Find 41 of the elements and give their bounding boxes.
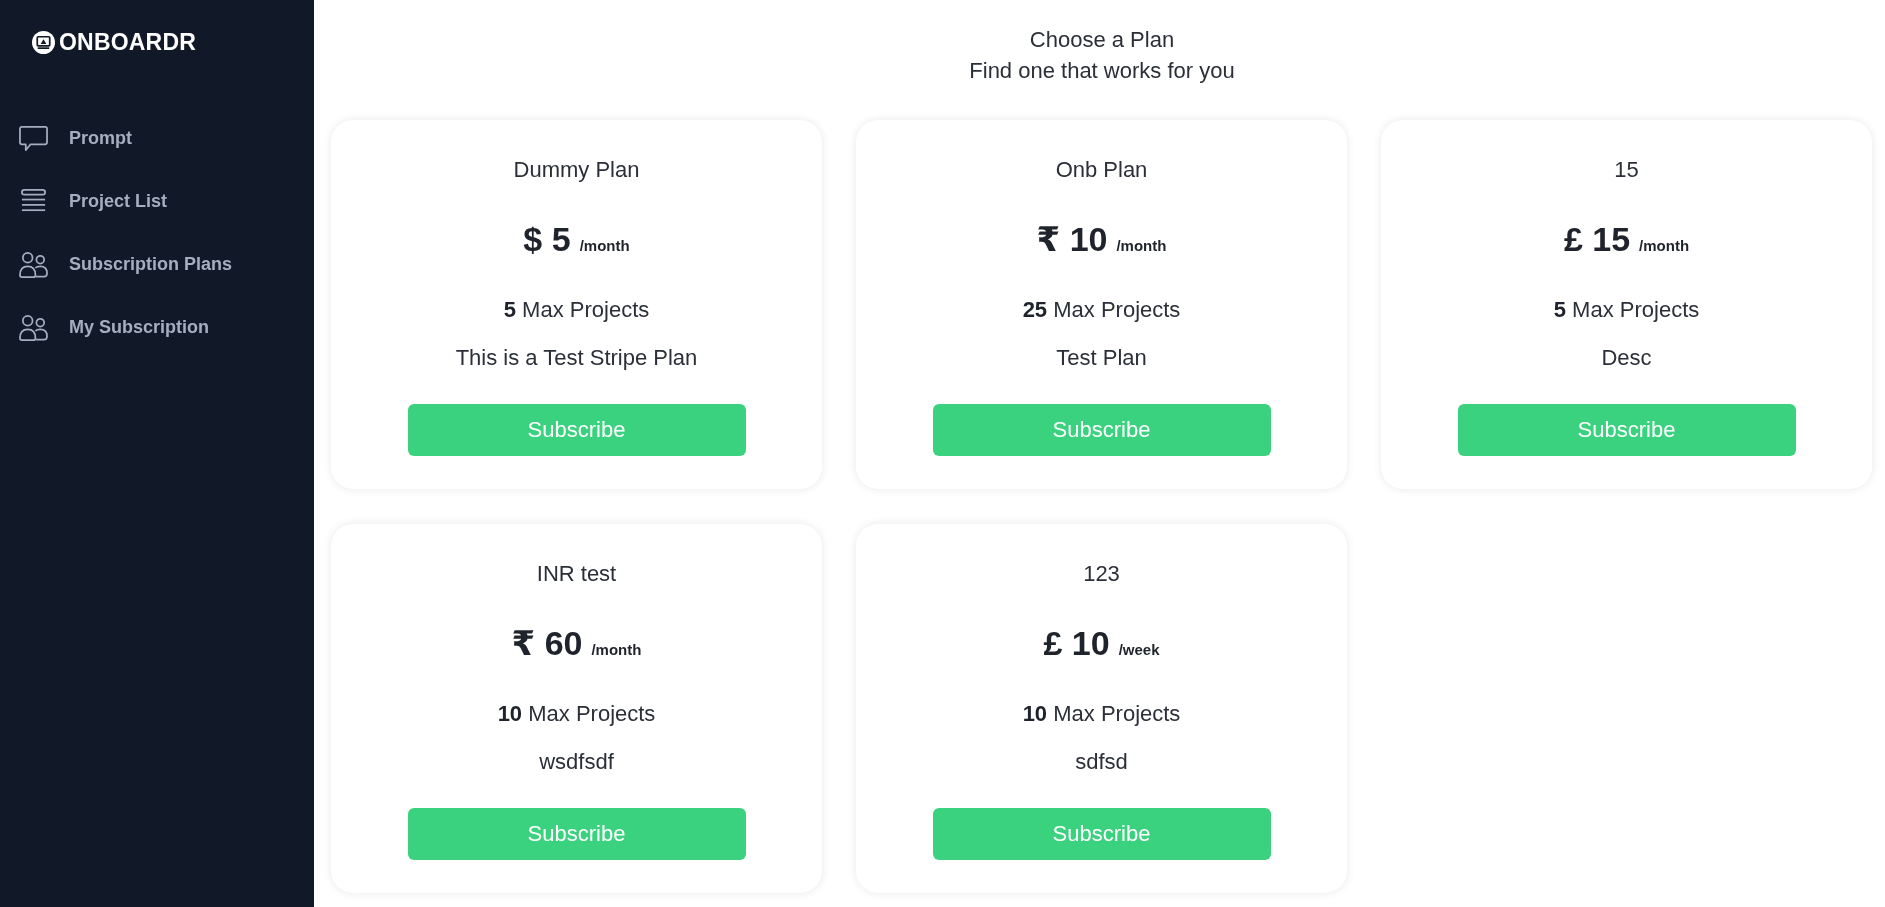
plan-name: 123 — [1083, 560, 1120, 588]
billing-period: /month — [1639, 237, 1690, 254]
plan-price: £ 10 — [1043, 623, 1110, 664]
plan-price: £ 15 — [1563, 219, 1631, 260]
subscribe-button[interactable]: Subscribe — [1457, 404, 1796, 456]
subscribe-button[interactable]: Subscribe — [932, 808, 1271, 860]
page-subtitle: Find one that works for you — [969, 57, 1235, 85]
plan-price: ₹ 10 — [1036, 219, 1108, 260]
sidebar-item[interactable]: Project List — [18, 170, 168, 233]
subscribe-button[interactable]: Subscribe — [932, 404, 1271, 456]
plan-name: Dummy Plan — [513, 156, 640, 184]
chat-bubble-icon — [18, 124, 49, 153]
page-title: Choose a Plan — [1029, 26, 1175, 54]
brand-name: ONBOARDR — [59, 30, 197, 54]
plan-price: ₹ 60 — [511, 623, 583, 664]
plan-name: 15 — [1614, 156, 1639, 184]
sidebar-item[interactable]: My Subscription — [18, 296, 209, 359]
billing-period: /month — [1116, 237, 1167, 254]
plan-description: Desc — [1601, 344, 1652, 372]
sidebar-item[interactable]: Subscription Plans — [18, 233, 233, 296]
max-projects: 5 Max Projects — [1553, 296, 1700, 324]
billing-period: /month — [579, 237, 630, 254]
users-icon — [18, 250, 49, 279]
max-projects: 25 Max Projects — [1022, 296, 1181, 324]
subscribe-button[interactable]: Subscribe — [407, 404, 746, 456]
sidebar-item[interactable]: Prompt — [18, 107, 132, 170]
billing-period: /week — [1118, 641, 1160, 658]
plan-description: sdfsd — [1075, 748, 1128, 776]
billing-period: /month — [591, 641, 642, 658]
plan-price: $ 5 — [523, 219, 571, 260]
logo-icon — [32, 30, 55, 54]
max-projects: 5 Max Projects — [503, 296, 650, 324]
plan-name: Onb Plan — [1055, 156, 1148, 184]
plan-description: This is a Test Stripe Plan — [455, 344, 698, 372]
users-icon — [18, 313, 49, 342]
plan-description: wsdfsdf — [539, 748, 614, 776]
max-projects: 10 Max Projects — [497, 700, 656, 728]
subscribe-button[interactable]: Subscribe — [407, 808, 746, 860]
max-projects: 10 Max Projects — [1022, 700, 1181, 728]
plan-description: Test Plan — [1056, 344, 1147, 372]
plan-name: INR test — [536, 560, 617, 588]
